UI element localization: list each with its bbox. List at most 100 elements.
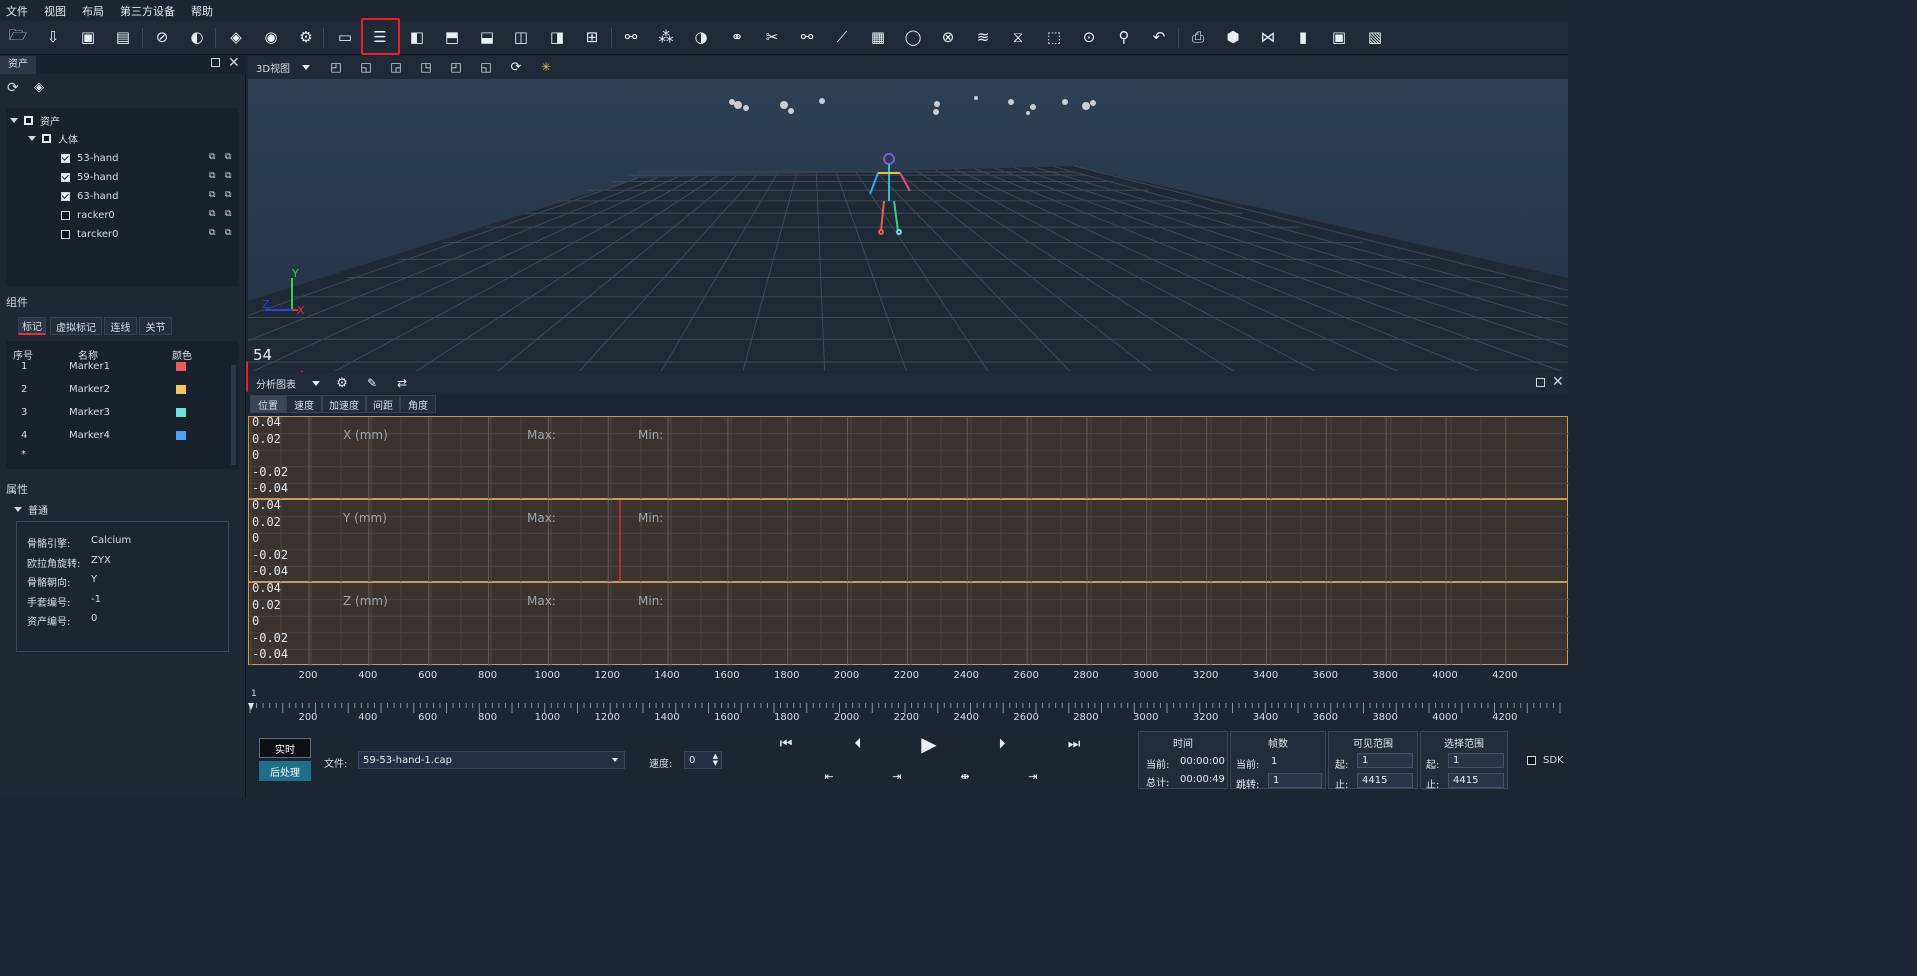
share-icon[interactable]: ⋈ (1256, 25, 1280, 49)
next-frame-icon[interactable]: ⏵ (990, 734, 1014, 754)
marker-group-icon[interactable]: ⁂ (654, 25, 678, 49)
viewport-3d[interactable]: 3D视图 ◰ ◱ ◲ ◳ ◰ ◱ ⟳ ✳ Y Z X 54 (248, 56, 1568, 371)
view-front-icon[interactable]: ◰ (328, 59, 344, 75)
postprocess-button[interactable]: 后处理 (259, 761, 311, 781)
refresh-icon[interactable]: ⟳ (7, 80, 19, 96)
visibility-icon[interactable]: ⧉ (209, 171, 215, 181)
lock-icon[interactable]: ⧉ (225, 209, 231, 219)
analysis-tab[interactable]: 加速度 (322, 395, 366, 413)
mark-out-icon[interactable]: ⇼ (956, 768, 974, 784)
link-icon[interactable]: ⚯ (795, 25, 819, 49)
file-select[interactable]: 59-53-hand-1.cap (358, 751, 625, 769)
analysis-select[interactable]: 分析图表 (252, 375, 322, 391)
calculator-icon[interactable]: ▦ (866, 25, 890, 49)
layout-right-split-icon[interactable]: ◨ (545, 25, 569, 49)
tree-root-checkbox[interactable] (24, 115, 33, 125)
rotate-target-icon[interactable]: ⊙ (1077, 25, 1101, 49)
tree-item[interactable]: 63-hand ⧉ ⧉ (61, 188, 231, 204)
expand-icon[interactable] (28, 135, 36, 141)
layers-icon[interactable]: ◈ (224, 25, 248, 49)
bulb-icon[interactable]: ◯ (901, 25, 925, 49)
settings-icon[interactable]: ⚙ (294, 25, 318, 49)
layout-single-icon[interactable]: ▭ (333, 25, 357, 49)
tree-root[interactable]: 资产 (10, 112, 60, 128)
download-icon[interactable]: ⇩ (41, 25, 65, 49)
table-row[interactable]: 4 Marker4 (6, 424, 226, 446)
position-plot[interactable]: 0.04 0.02 0 -0.02 -0.04 Y (mm) Max: Min: (248, 498, 1569, 583)
visibility-icon[interactable]: ⧉ (209, 152, 215, 162)
record-icon[interactable]: ◐ (185, 25, 209, 49)
gear-icon[interactable]: ⚙ (334, 375, 350, 391)
spin-arrows-icon[interactable]: ▲ ▼ (713, 753, 718, 767)
analysis-tab[interactable]: 角度 (400, 395, 436, 413)
mark-in-icon[interactable]: ⇥ (888, 768, 906, 784)
selection-start-input[interactable]: 1 (1448, 753, 1504, 768)
tree-item-checkbox[interactable] (61, 210, 70, 220)
layers-icon[interactable]: ◈ (34, 80, 44, 95)
tree-item[interactable]: 59-hand ⧉ ⧉ (61, 169, 231, 185)
row-color-swatch[interactable] (176, 408, 186, 417)
hide-icon[interactable]: ⊘ (150, 25, 174, 49)
speed-input[interactable]: 0 ▲ ▼ (684, 751, 722, 769)
menu-layout[interactable]: 布局 (82, 3, 104, 19)
tree-item-checkbox[interactable] (61, 229, 70, 239)
unlink-icon[interactable]: ⟋ (830, 25, 854, 49)
new-row-marker[interactable]: * (21, 449, 26, 460)
layout-top-split-icon[interactable]: ⬒ (440, 25, 464, 49)
analysis-tab[interactable]: 速度 (286, 395, 322, 413)
cut-icon[interactable]: ✂ (760, 25, 784, 49)
export-icon[interactable]: ⎙ (1186, 25, 1210, 49)
position-plot[interactable]: 0.04 0.02 0 -0.02 -0.04 X (mm) Max: Min: (248, 415, 1569, 500)
sdk-checkbox[interactable] (1527, 756, 1536, 765)
marker-fill-icon[interactable]: ⚭ (725, 25, 749, 49)
lock-icon[interactable]: ⧉ (225, 171, 231, 181)
layout-three-icon[interactable]: ◫ (509, 25, 533, 49)
expand-icon[interactable] (10, 117, 18, 123)
scene-canvas[interactable] (248, 56, 1568, 371)
lock-icon[interactable]: ⧉ (225, 228, 231, 238)
view-select[interactable]: 3D视图 (252, 58, 320, 76)
reset-view-icon[interactable]: ⟳ (508, 59, 524, 75)
crosshair-icon[interactable]: ⊗ (936, 25, 960, 49)
wave-icon[interactable]: ≋ (971, 25, 995, 49)
visible-start-input[interactable]: 1 (1357, 753, 1413, 768)
marker-swap-icon[interactable]: ◑ (689, 25, 713, 49)
table-row[interactable]: 3 Marker3 (6, 401, 226, 423)
timeline[interactable]: 1 200 400 600 800 1000 1200 1400 1600 1800 2000 22… (248, 686, 1568, 728)
menu-view[interactable]: 视图 (44, 3, 66, 19)
marker-link-icon[interactable]: ⚯ (619, 25, 643, 49)
table-scrollbar[interactable] (231, 365, 236, 465)
table-row[interactable]: 1 Marker1 (6, 355, 226, 377)
view-right-icon[interactable]: ◳ (418, 59, 434, 75)
menu-third-party[interactable]: 第三方设备 (120, 3, 175, 19)
tree-group-checkbox[interactable] (42, 133, 51, 143)
selection-end-input[interactable]: 4415 (1448, 773, 1504, 788)
undo-icon[interactable]: ↶ (1147, 25, 1171, 49)
visibility-icon[interactable]: ⧉ (209, 228, 215, 238)
close-icon[interactable]: ✕ (1552, 374, 1564, 390)
close-icon[interactable]: ✕ (228, 55, 240, 71)
view-bottom-icon[interactable]: ◱ (478, 59, 494, 75)
document-icon[interactable]: ▧ (1363, 25, 1387, 49)
lock-icon[interactable]: ⧉ (225, 152, 231, 162)
visibility-icon[interactable]: ⧉ (209, 209, 215, 219)
run-icon[interactable]: ⚲ (1112, 25, 1136, 49)
view-top-icon[interactable]: ◲ (388, 59, 404, 75)
component-tab[interactable]: 虚拟标记 (50, 317, 102, 335)
analysis-tab[interactable]: 间距 (366, 395, 400, 413)
component-tab[interactable]: 连线 (104, 317, 137, 335)
collapse-icon[interactable] (14, 506, 22, 512)
chart-bar-icon[interactable]: ▮ (1291, 25, 1315, 49)
float-icon[interactable] (211, 58, 220, 67)
row-color-swatch[interactable] (176, 385, 186, 394)
layout-bottom-split-icon[interactable]: ⬓ (475, 25, 499, 49)
prev-frame-icon[interactable]: ⏴ (846, 734, 870, 754)
view-back-icon[interactable]: ◰ (448, 59, 464, 75)
focus-icon[interactable]: ✳ (538, 59, 554, 75)
row-color-swatch[interactable] (176, 362, 186, 371)
tree-item-checkbox[interactable] (61, 153, 70, 163)
tree-item-checkbox[interactable] (61, 191, 70, 201)
assets-tab[interactable]: 资产 (0, 56, 36, 74)
component-tab[interactable]: 关节 (139, 317, 172, 335)
layout-left-split-icon[interactable]: ◧ (405, 25, 429, 49)
